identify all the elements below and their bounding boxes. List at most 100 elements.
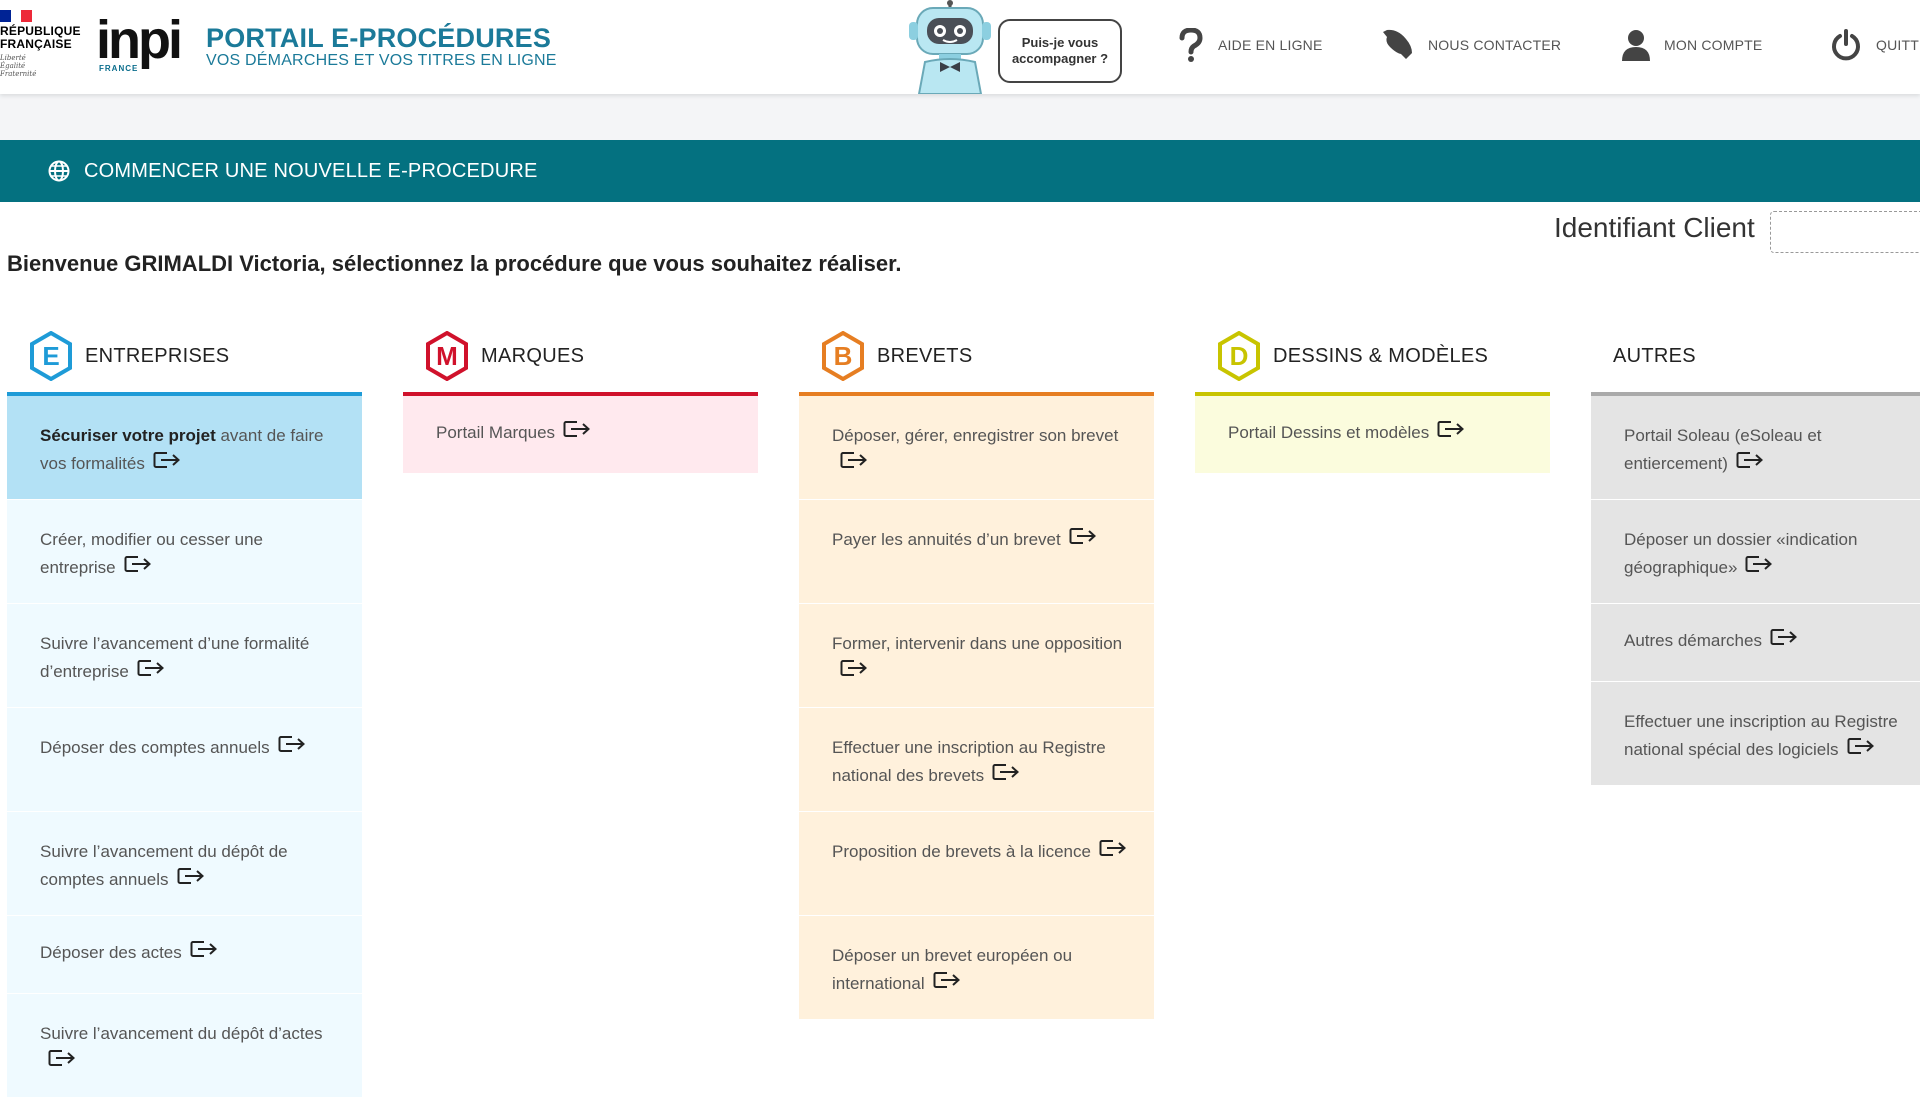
inpi-wordmark: inpi [96,10,183,70]
external-link-icon-wrap [137,658,165,687]
external-link-icon-wrap [840,450,868,479]
external-link-icon-wrap [1770,627,1798,656]
procedure-link-entreprises[interactable]: Déposer des actes [7,916,362,994]
nav-contact-label: NOUS CONTACTER [1428,37,1562,53]
user-icon [1622,30,1650,61]
external-link-icon-wrap [1736,450,1764,479]
external-link-icon-wrap [1099,838,1127,867]
external-link-arrow-icon [933,972,960,989]
external-link-icon-wrap [563,419,591,448]
external-link-icon-wrap [1745,554,1773,583]
hexagon-m-icon: M [426,331,468,381]
procedure-link-entreprises[interactable]: Suivre l’avancement d’une formalité d’en… [7,604,362,708]
procedure-link-brevets[interactable]: Proposition de brevets à la licence [799,812,1154,916]
procedure-link-autres[interactable]: Effectuer une inscription au Registre na… [1591,682,1920,786]
svg-text:B: B [834,341,853,371]
external-link-arrow-icon [278,736,305,753]
external-link-icon-wrap [1069,526,1097,555]
welcome-message: Bienvenue GRIMALDI Victoria, sélectionne… [7,251,902,276]
new-procedure-banner[interactable]: COMMENCER UNE NOUVELLE E-PROCEDURE [0,140,1920,202]
francaise-label: FRANÇAISE [0,37,72,51]
procedure-link-dessins[interactable]: Portail Dessins et modèles [1195,396,1550,474]
procedure-link-brevets[interactable]: Payer les annuités d’un brevet [799,500,1154,604]
procedure-link-label: Déposer des comptes annuels [40,738,270,757]
svg-text:M: M [436,341,458,371]
column-title-brevets: BREVETS [877,344,973,367]
procedure-link-brevets[interactable]: Former, intervenir dans une opposition [799,604,1154,708]
procedure-link-entreprises[interactable]: Déposer des comptes annuels [7,708,362,812]
procedure-link-autres[interactable]: Autres démarches [1591,604,1920,682]
chatbot-bubble[interactable]: Puis-je vous accompagner ? [998,19,1122,83]
column-title-autres: AUTRES [1613,344,1696,367]
external-link-icon-wrap [124,554,152,583]
external-link-icon-wrap [278,734,306,763]
hexagon-e-icon: E [30,331,72,381]
portal-subtitle: VOS DÉMARCHES ET VOS TITRES EN LIGNE [206,52,557,69]
column-marques: M MARQUES Portail Marques [403,330,758,474]
procedure-link-entreprises[interactable]: Suivre l’avancement du dépôt d’actes [7,994,362,1098]
bubble-line-2: accompagner ? [1011,51,1109,66]
bubble-line-1: Puis-je vous [1021,35,1099,50]
nav-help[interactable]: AIDE EN LIGNE [1178,27,1323,63]
procedure-link-autres[interactable]: Déposer un dossier «indication géographi… [1591,500,1920,604]
external-link-arrow-icon [153,452,180,469]
identifiant-client-input[interactable] [1770,211,1920,253]
procedure-link-brevets[interactable]: Effectuer une inscription au Registre na… [799,708,1154,812]
procedure-link-label: Suivre l’avancement d’une formalité d’en… [40,634,310,681]
hexagon-b-icon: B [822,331,864,381]
external-link-arrow-icon [992,764,1020,781]
external-link-arrow-icon [124,556,151,573]
external-link-icon-wrap [177,866,205,895]
header: RÉPUBLIQUE FRANÇAISE Liberté Égalité Fra… [0,0,1920,95]
external-link-arrow-icon [1437,421,1465,438]
procedure-link-label: Autres démarches [1624,631,1762,650]
hexagon-d-icon: D [1218,331,1260,381]
identifiant-client-label: Identifiant Client [1554,212,1755,243]
header-spacer [0,94,1920,140]
external-link-arrow-icon [1745,556,1773,573]
procedure-link-brevets[interactable]: Déposer, gérer, enregistrer son brevet [799,396,1154,500]
external-link-arrow-icon [177,868,204,885]
nav-help-label: AIDE EN LIGNE [1218,37,1323,53]
external-link-icon-wrap [190,939,218,968]
french-flag-icon [0,10,33,22]
external-link-icon-wrap [1847,736,1875,765]
external-link-icon-wrap [153,450,181,479]
procedure-link-label: Payer les annuités d’un brevet [832,530,1061,549]
phone-icon [1383,29,1412,59]
external-link-icon-wrap [48,1048,76,1077]
nav-account[interactable]: MON COMPTE [1622,27,1762,63]
nav-quit[interactable]: QUITTER [1830,27,1920,63]
procedure-link-label: Suivre l’avancement du dépôt de comptes … [40,842,288,889]
procedure-link-bold: Sécuriser votre projet [40,426,216,445]
procedure-link-brevets[interactable]: Déposer un brevet européen ou internatio… [799,916,1154,1020]
nav-quit-label: QUITTER [1876,37,1920,53]
inpi-logo[interactable]: inpi FRANCE [96,10,190,76]
column-title-marques: MARQUES [481,344,585,367]
globe-icon [48,160,70,182]
column-brevets: B BREVETS Déposer, gérer, enregistrer son … [799,330,1154,1020]
procedure-link-autres[interactable]: Portail Soleau (eSoleau et entiercement) [1591,396,1920,500]
procedure-link-entreprises[interactable]: Créer, modifier ou cesser une entreprise [7,500,362,604]
nav-account-label: MON COMPTE [1664,37,1763,53]
svg-text:D: D [1230,341,1249,371]
procedure-link-label: Suivre l’avancement du dépôt d’actes [40,1024,323,1043]
procedure-link-marques[interactable]: Portail Marques [403,396,758,474]
external-link-arrow-icon [1069,528,1096,545]
portal-title: PORTAIL E-PROCÉDURES [206,23,552,53]
column-header-autres: AUTRES [1591,330,1920,382]
motto-liberte: Liberté [0,54,26,62]
column-header-brevets: B BREVETS [799,330,1154,382]
column-title-entreprises: ENTREPRISES [85,344,230,367]
column-header-marques: M MARQUES [403,330,758,382]
procedure-link-label: Déposer des actes [40,943,182,962]
external-link-icon-wrap [1437,419,1465,448]
procedure-link-entreprises[interactable]: Sécuriser votre projet avant de faire vo… [7,396,362,500]
procedure-link-entreprises[interactable]: Suivre l’avancement du dépôt de comptes … [7,812,362,916]
chatbot-robot-icon[interactable] [905,0,995,95]
portal-title-block[interactable]: PORTAIL E-PROCÉDURES VOS DÉMARCHES ET VO… [206,24,557,69]
external-link-arrow-icon [137,660,164,677]
nav-contact[interactable]: NOUS CONTACTER [1382,27,1561,63]
external-link-arrow-icon [1736,452,1763,469]
procedure-link-label: Déposer un dossier «indication géographi… [1624,530,1858,577]
